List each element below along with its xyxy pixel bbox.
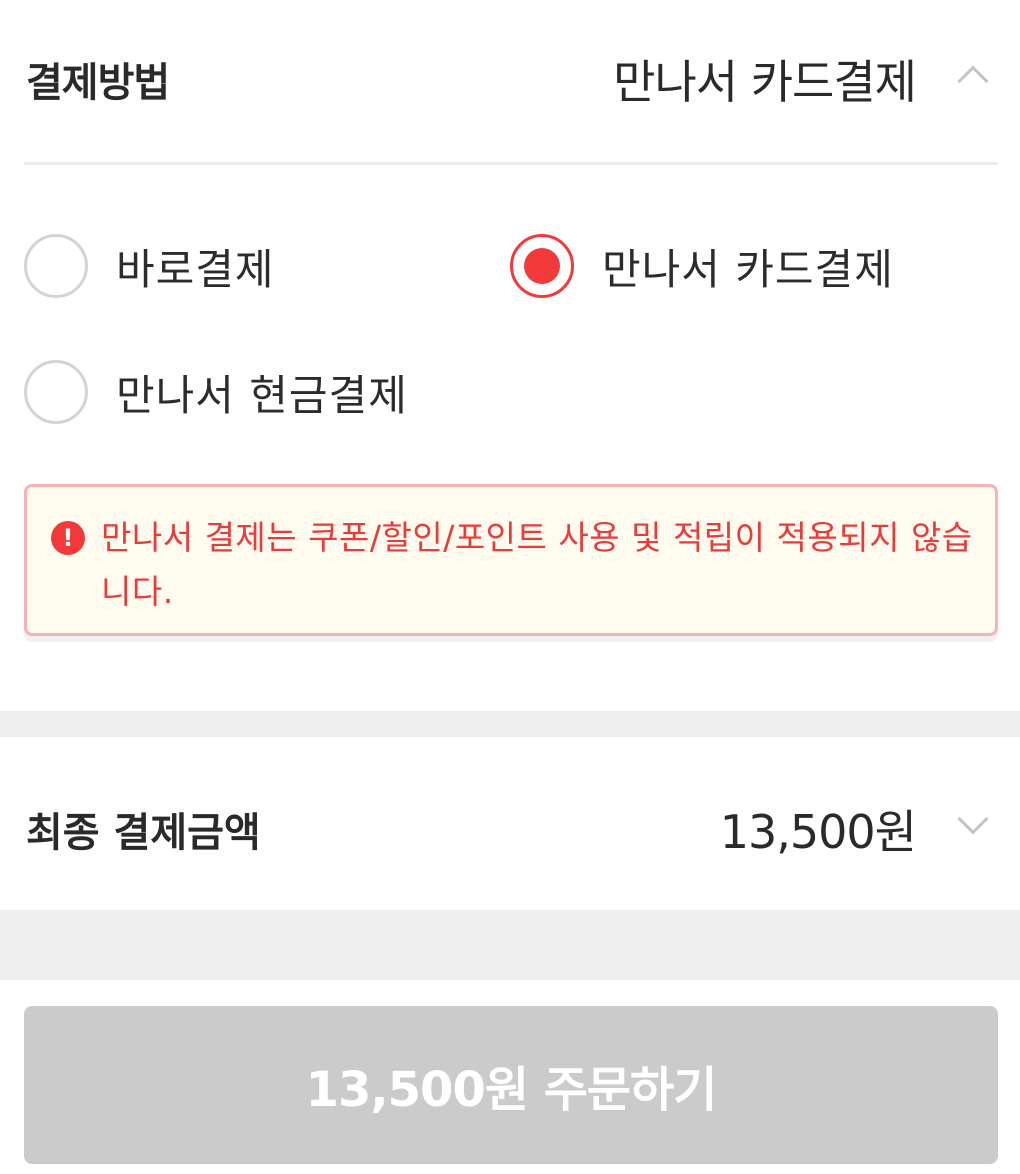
total-amount-value: 13,500원 (719, 805, 917, 859)
payment-method-title: 결제방법 (26, 60, 170, 106)
radio-option-cash-on-meet[interactable]: 만나서 현금결제 (24, 357, 408, 427)
payment-method-selected-value: 만나서 카드결제 (613, 55, 917, 109)
radio-label: 만나서 카드결제 (602, 244, 894, 294)
radio-option-direct-payment[interactable]: 바로결제 (24, 231, 275, 301)
radio-button-unchecked[interactable] (24, 234, 88, 298)
payment-notice-box: ! 만나서 결제는 쿠폰/할인/포인트 사용 및 적립이 적용되지 않습니다. (24, 484, 998, 636)
payment-notice-text: 만나서 결제는 쿠폰/할인/포인트 사용 및 적립이 적용되지 않습니다. (101, 518, 973, 611)
order-button[interactable]: 13,500원 주문하기 (24, 1006, 998, 1164)
radio-label: 만나서 현금결제 (116, 370, 408, 420)
radio-selected-dot (524, 248, 560, 284)
total-amount-label: 최종 결제금액 (26, 810, 261, 856)
divider (24, 162, 998, 165)
exclamation-icon: ! (51, 521, 85, 555)
radio-option-card-on-meet[interactable]: 만나서 카드결제 (510, 231, 894, 301)
payment-method-header[interactable]: 결제방법 만나서 카드결제 (0, 0, 1020, 160)
chevron-down-icon[interactable] (957, 803, 989, 835)
radio-button-checked[interactable] (510, 234, 574, 298)
section-separator (0, 910, 1020, 980)
chevron-up-icon[interactable] (957, 65, 989, 97)
section-separator (0, 711, 1020, 737)
radio-label: 바로결제 (116, 244, 275, 294)
radio-button-unchecked[interactable] (24, 360, 88, 424)
